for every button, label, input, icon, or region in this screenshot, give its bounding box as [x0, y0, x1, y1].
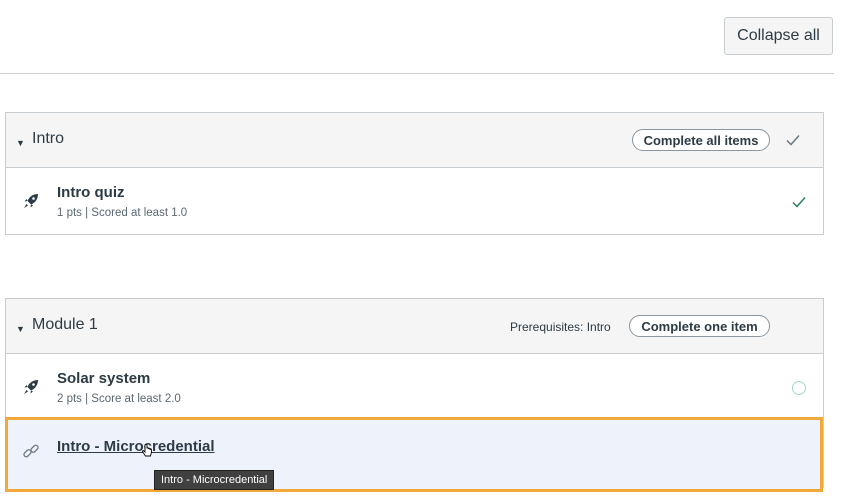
requirement-badge: Complete one item [629, 315, 770, 337]
requirement-badge: Complete all items [632, 129, 770, 151]
item-title-link[interactable]: Intro quiz [57, 184, 125, 201]
module-header[interactable]: ▼ Intro Complete all items [6, 113, 823, 168]
rocket-icon [24, 194, 38, 208]
module-item[interactable]: Solar system 2 pts | Score at least 2.0 [6, 354, 823, 420]
item-title-link[interactable]: Solar system [57, 370, 150, 387]
toolbar: Collapse all [0, 0, 834, 74]
module-header[interactable]: ▼ Module 1 Prerequisites: Intro Complete… [6, 299, 823, 354]
module-intro: ▼ Intro Complete all items Intro quiz 1 … [5, 112, 824, 235]
item-title-link[interactable]: Intro - Microcredential [57, 438, 215, 455]
item-meta: 2 pts | Score at least 2.0 [57, 393, 181, 405]
prerequisites-text: Prerequisites: Intro [510, 320, 611, 334]
tooltip: Intro - Microcredential [154, 470, 275, 490]
collapse-all-button[interactable]: Collapse all [724, 17, 833, 55]
module-item-highlighted[interactable]: Intro - Microcredential [5, 417, 823, 492]
check-icon [792, 197, 806, 208]
module-title: Module 1 [32, 316, 98, 333]
rocket-icon [24, 380, 38, 394]
item-meta: 1 pts | Scored at least 1.0 [57, 207, 188, 219]
incomplete-circle-icon [792, 381, 806, 395]
link-icon [23, 444, 39, 458]
caret-down-icon[interactable]: ▼ [16, 138, 25, 148]
module-item[interactable]: Intro quiz 1 pts | Scored at least 1.0 [6, 168, 823, 234]
module-title: Intro [32, 130, 65, 147]
hand-cursor-icon [142, 444, 152, 457]
caret-down-icon[interactable]: ▼ [16, 324, 25, 334]
check-icon [786, 135, 800, 146]
